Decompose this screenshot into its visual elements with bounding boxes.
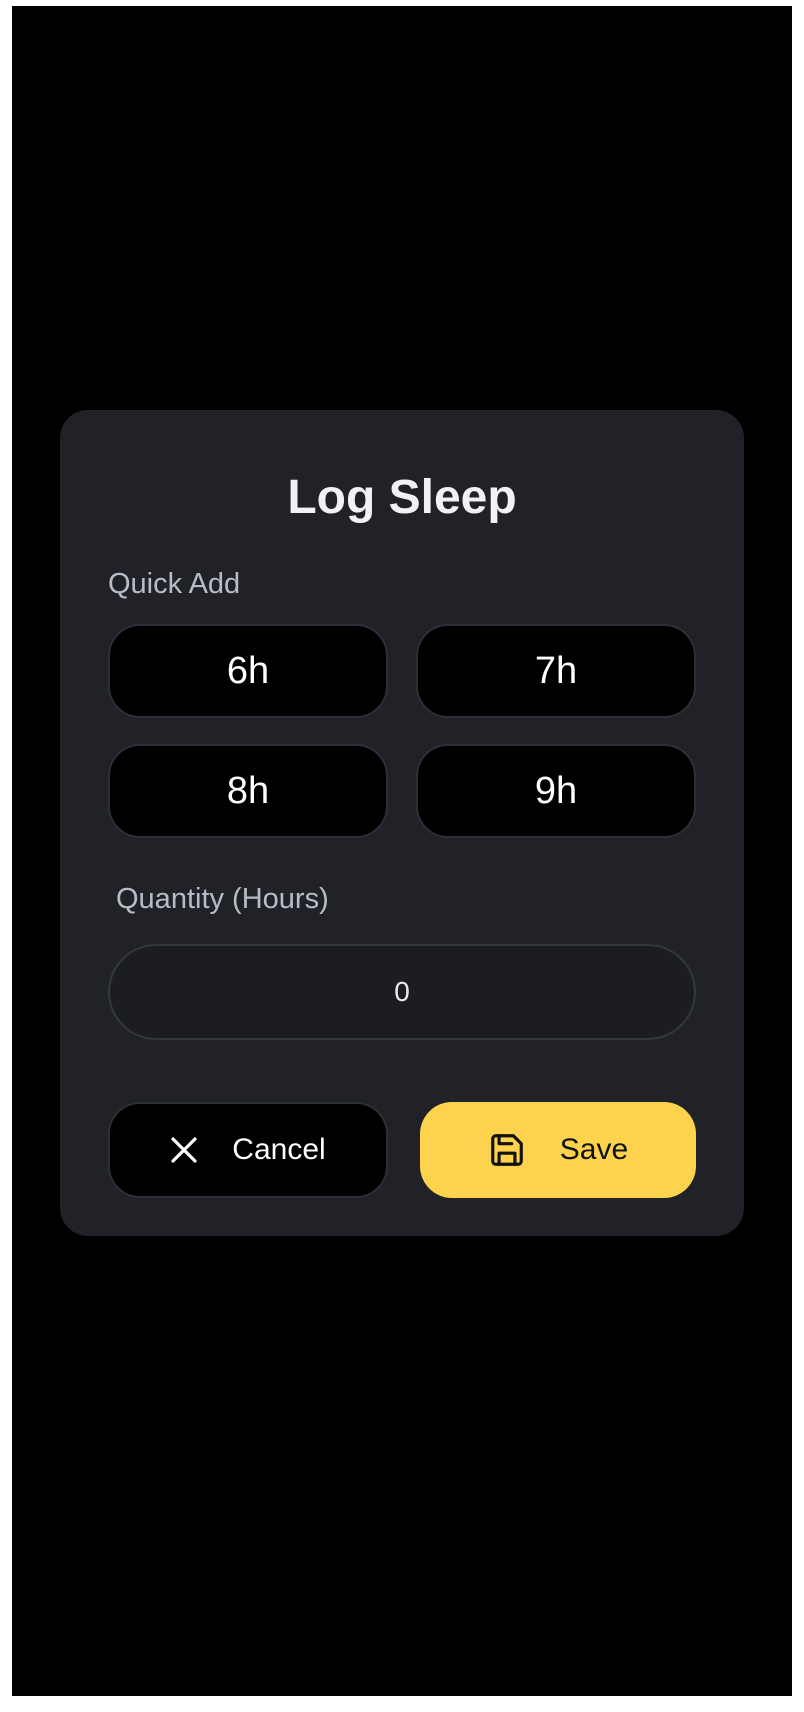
dialog-title: Log Sleep: [287, 471, 517, 524]
save-button[interactable]: Save: [420, 1102, 696, 1198]
quick-add-9h-button[interactable]: 9h: [416, 744, 696, 838]
cancel-button[interactable]: Cancel: [108, 1102, 388, 1198]
screen-backdrop: Log Sleep Quick Add 6h 7h 8h 9h Quantity…: [12, 6, 792, 1696]
save-button-label: Save: [559, 1133, 629, 1166]
quick-add-8h-button[interactable]: 8h: [108, 744, 388, 838]
quick-add-7h-button[interactable]: 7h: [416, 624, 696, 718]
log-sleep-dialog: Log Sleep Quick Add 6h 7h 8h 9h Quantity…: [60, 410, 744, 1236]
floppy-disk-icon: [488, 1131, 526, 1169]
quick-add-label: Quick Add: [108, 568, 241, 600]
quick-add-6h-button[interactable]: 6h: [108, 624, 388, 718]
quantity-label: Quantity (Hours): [116, 883, 329, 915]
close-icon: [170, 1136, 198, 1164]
quantity-hours-input[interactable]: [108, 944, 696, 1040]
cancel-button-label: Cancel: [232, 1133, 326, 1166]
